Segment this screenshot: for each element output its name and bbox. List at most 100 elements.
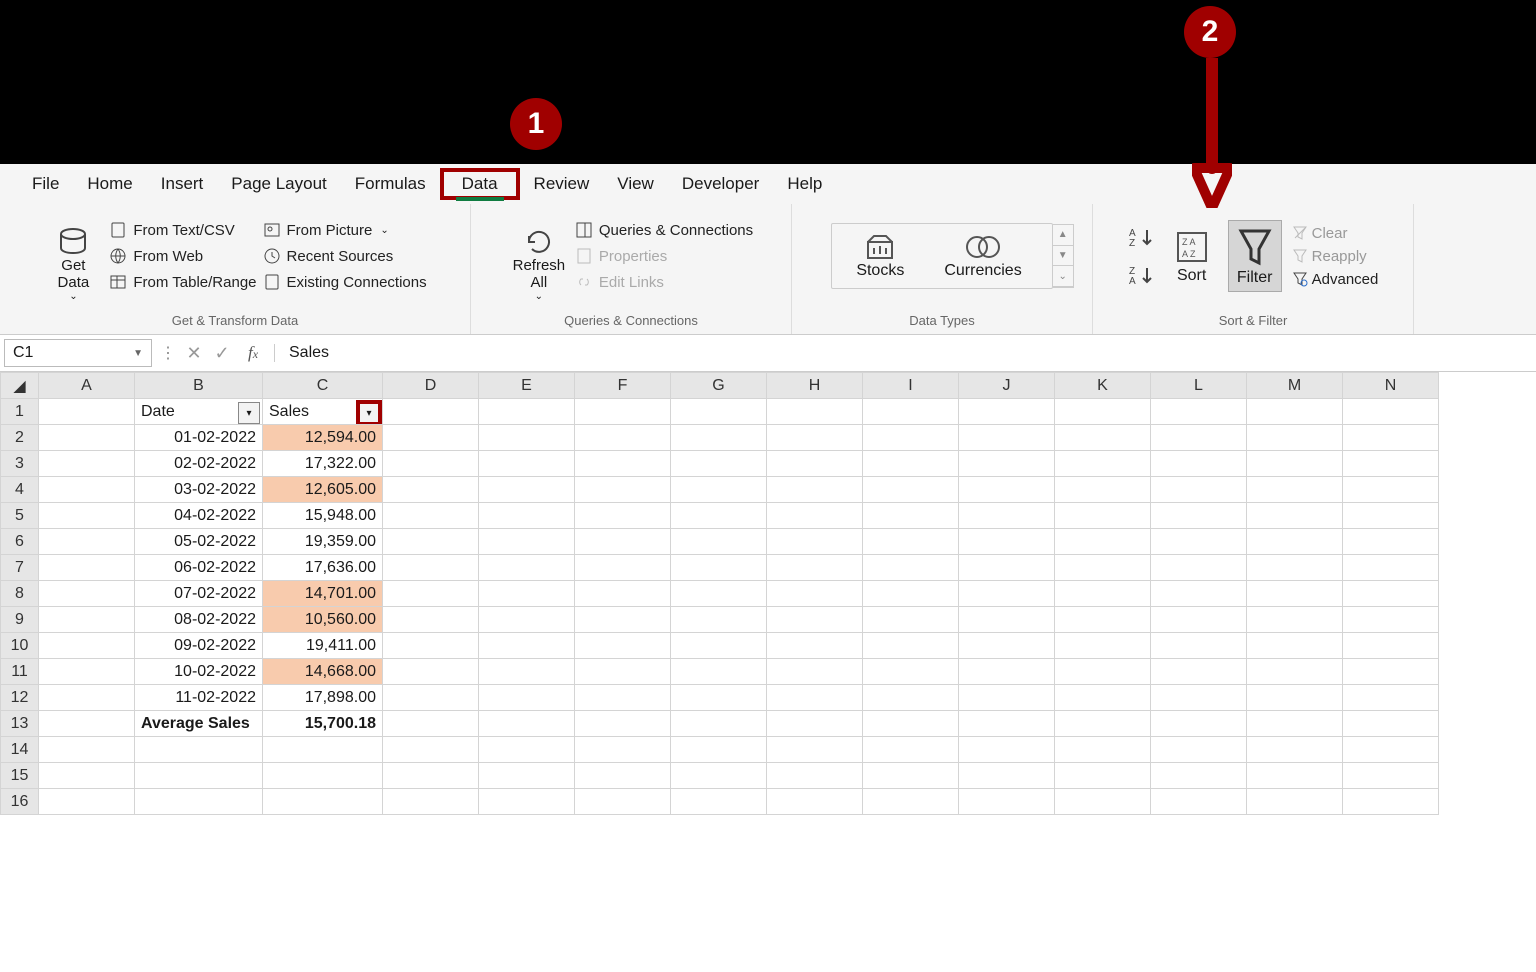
- cell[interactable]: [671, 503, 767, 529]
- cell[interactable]: [671, 659, 767, 685]
- cell[interactable]: [1151, 555, 1247, 581]
- cell[interactable]: [1247, 451, 1343, 477]
- cell[interactable]: [135, 789, 263, 815]
- cell[interactable]: [671, 633, 767, 659]
- cell[interactable]: [1055, 555, 1151, 581]
- tab-view[interactable]: View: [603, 168, 668, 200]
- cell[interactable]: [479, 477, 575, 503]
- cell[interactable]: [1151, 607, 1247, 633]
- row-header[interactable]: 6: [1, 529, 39, 555]
- tab-review[interactable]: Review: [520, 168, 604, 200]
- cell[interactable]: [1343, 477, 1439, 503]
- cell-date[interactable]: 07-02-2022: [135, 581, 263, 607]
- cell[interactable]: [1055, 451, 1151, 477]
- cell[interactable]: [863, 555, 959, 581]
- cell[interactable]: [959, 789, 1055, 815]
- cell[interactable]: [575, 477, 671, 503]
- cell[interactable]: [863, 529, 959, 555]
- cell[interactable]: [863, 685, 959, 711]
- cell[interactable]: [1151, 451, 1247, 477]
- cell[interactable]: [1343, 607, 1439, 633]
- cell[interactable]: [383, 633, 479, 659]
- cell[interactable]: [959, 555, 1055, 581]
- cell[interactable]: [1343, 685, 1439, 711]
- cell[interactable]: [959, 737, 1055, 763]
- cell[interactable]: [1055, 763, 1151, 789]
- cell[interactable]: [1247, 529, 1343, 555]
- cell[interactable]: [479, 399, 575, 425]
- cell[interactable]: [39, 763, 135, 789]
- cell[interactable]: [959, 581, 1055, 607]
- cell[interactable]: [767, 399, 863, 425]
- cell[interactable]: [1343, 399, 1439, 425]
- row-header[interactable]: 2: [1, 425, 39, 451]
- cell[interactable]: [479, 503, 575, 529]
- cell[interactable]: [1343, 503, 1439, 529]
- from-web-button[interactable]: From Web: [109, 247, 256, 265]
- cell[interactable]: [767, 581, 863, 607]
- cell[interactable]: [1055, 607, 1151, 633]
- refresh-all-button[interactable]: Refresh All ⌄: [509, 210, 569, 302]
- cell[interactable]: [1055, 659, 1151, 685]
- get-data-button[interactable]: Get Data ⌄: [43, 210, 103, 302]
- row-header[interactable]: 3: [1, 451, 39, 477]
- cell[interactable]: [959, 477, 1055, 503]
- cell[interactable]: [575, 659, 671, 685]
- cell[interactable]: [1055, 399, 1151, 425]
- col-header-N[interactable]: N: [1343, 373, 1439, 399]
- cell[interactable]: [1247, 737, 1343, 763]
- cell[interactable]: [863, 789, 959, 815]
- row-header[interactable]: 10: [1, 633, 39, 659]
- cell[interactable]: [135, 763, 263, 789]
- cell[interactable]: [671, 425, 767, 451]
- cell[interactable]: [1343, 555, 1439, 581]
- cell[interactable]: [767, 451, 863, 477]
- cell[interactable]: [1247, 555, 1343, 581]
- currencies-data-type[interactable]: Currencies: [944, 232, 1021, 280]
- cell[interactable]: [1247, 789, 1343, 815]
- cell[interactable]: [767, 425, 863, 451]
- stocks-data-type[interactable]: Stocks: [856, 232, 904, 280]
- cell[interactable]: [263, 737, 383, 763]
- cell[interactable]: [863, 711, 959, 737]
- cell[interactable]: [1247, 477, 1343, 503]
- cell[interactable]: [575, 425, 671, 451]
- cell[interactable]: [1151, 763, 1247, 789]
- tab-formulas[interactable]: Formulas: [341, 168, 440, 200]
- filter-dropdown-date[interactable]: ▾: [238, 402, 260, 424]
- cell[interactable]: [1055, 737, 1151, 763]
- cell[interactable]: [383, 607, 479, 633]
- cell-sales[interactable]: 19,411.00: [263, 633, 383, 659]
- cell[interactable]: [479, 633, 575, 659]
- cell[interactable]: [1247, 711, 1343, 737]
- from-picture-button[interactable]: From Picture⌄: [263, 221, 427, 239]
- cell[interactable]: [767, 737, 863, 763]
- sort-desc-button[interactable]: ZA: [1128, 261, 1156, 289]
- cell[interactable]: [383, 529, 479, 555]
- cell[interactable]: [479, 737, 575, 763]
- cell[interactable]: [767, 763, 863, 789]
- cell[interactable]: [959, 529, 1055, 555]
- cell[interactable]: [135, 737, 263, 763]
- cell-date[interactable]: 04-02-2022: [135, 503, 263, 529]
- cell-date[interactable]: 10-02-2022: [135, 659, 263, 685]
- cell[interactable]: [263, 763, 383, 789]
- cell[interactable]: [575, 633, 671, 659]
- cell[interactable]: [1247, 503, 1343, 529]
- cell[interactable]: [383, 451, 479, 477]
- formula-input[interactable]: Sales: [274, 344, 1536, 362]
- cell[interactable]: [863, 763, 959, 789]
- from-text-csv-button[interactable]: From Text/CSV: [109, 221, 256, 239]
- cell[interactable]: [383, 425, 479, 451]
- cell-sales[interactable]: 12,605.00: [263, 477, 383, 503]
- cell-date[interactable]: 05-02-2022: [135, 529, 263, 555]
- row-header[interactable]: 11: [1, 659, 39, 685]
- cell[interactable]: [1343, 425, 1439, 451]
- cell[interactable]: [1247, 581, 1343, 607]
- cell-summary-value[interactable]: 15,700.18: [263, 711, 383, 737]
- cell[interactable]: [39, 607, 135, 633]
- col-header-C[interactable]: C: [263, 373, 383, 399]
- cell[interactable]: [1247, 763, 1343, 789]
- cell[interactable]: [39, 789, 135, 815]
- cell[interactable]: [383, 503, 479, 529]
